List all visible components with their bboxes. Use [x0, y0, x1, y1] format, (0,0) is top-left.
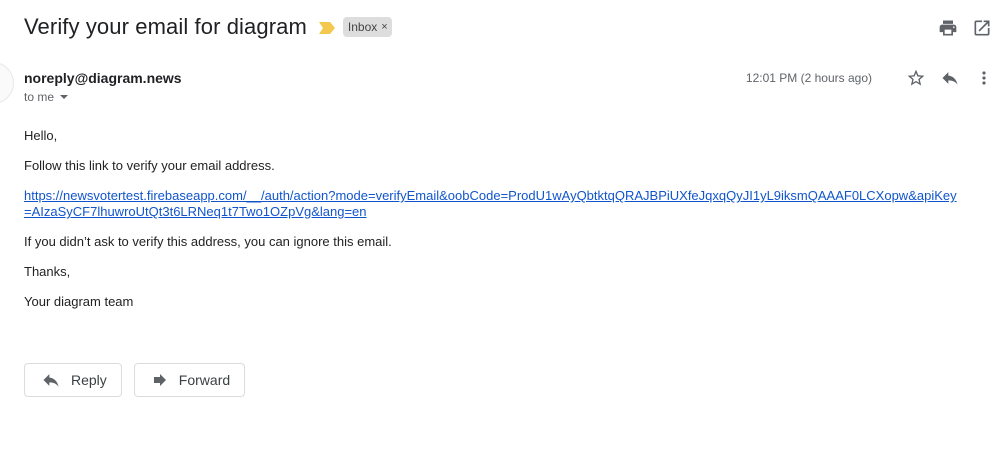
- forward-icon: [151, 371, 169, 389]
- recipient-line: to me: [24, 90, 69, 104]
- inbox-label-chip[interactable]: Inbox ×: [342, 17, 392, 37]
- star-icon[interactable]: [906, 68, 926, 88]
- body-thanks: Thanks,: [24, 264, 71, 279]
- recipient-label: to me: [24, 90, 55, 104]
- reply-button[interactable]: Reply: [24, 363, 122, 397]
- subject-row: Verify your email for diagram Inbox ×: [24, 14, 392, 40]
- message-timestamp: 12:01 PM (2 hours ago): [745, 71, 872, 85]
- thread-actions: [938, 18, 992, 38]
- chevron-down-icon[interactable]: [60, 95, 69, 99]
- forward-button[interactable]: Forward: [133, 363, 246, 397]
- body-greeting: Hello,: [24, 128, 58, 143]
- open-new-window-icon[interactable]: [972, 18, 992, 38]
- importance-marker-icon[interactable]: [318, 21, 335, 34]
- body-signature: Your diagram team: [24, 294, 134, 309]
- reply-icon: [41, 370, 61, 390]
- label-chip-text: Inbox: [347, 20, 378, 34]
- email-view: Verify your email for diagram Inbox × no…: [0, 0, 1000, 466]
- body-ignore-note: If you didn’t ask to verify this address…: [24, 234, 392, 249]
- print-icon[interactable]: [938, 18, 958, 38]
- reply-button-label: Reply: [71, 372, 107, 388]
- sender-address[interactable]: noreply@diagram.news: [24, 70, 182, 86]
- sender-avatar: [0, 62, 14, 104]
- forward-button-label: Forward: [178, 372, 231, 388]
- more-vert-icon[interactable]: [974, 68, 994, 88]
- email-subject: Verify your email for diagram: [24, 14, 307, 39]
- reply-icon[interactable]: [940, 68, 960, 88]
- message-meta: 12:01 PM (2 hours ago): [746, 68, 994, 88]
- message-body: Hello, Follow this link to verify your e…: [24, 128, 964, 324]
- reply-actions: Reply Forward: [24, 363, 246, 397]
- remove-label-icon[interactable]: ×: [381, 21, 387, 33]
- body-intro: Follow this link to verify your email ad…: [24, 158, 275, 173]
- verify-link[interactable]: https://newsvotertest.firebaseapp.com/__…: [24, 188, 957, 219]
